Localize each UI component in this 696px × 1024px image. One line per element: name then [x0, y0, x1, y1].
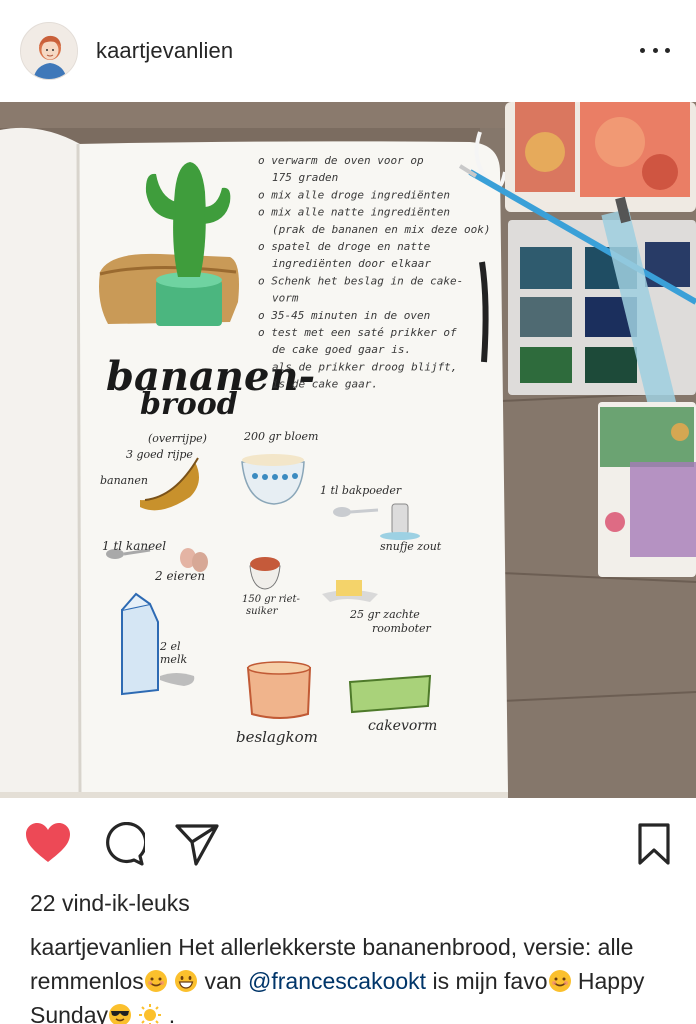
label-flour: 200 gr bloem	[243, 430, 318, 443]
recipe-step-line: o test met een saté prikker of	[258, 326, 457, 339]
recipe-step-line: ingrediënten door elkaar	[272, 257, 431, 270]
smiling-face-emoji-icon	[144, 970, 167, 992]
more-icon[interactable]	[640, 40, 670, 60]
recipe-step-line: o mix alle droge ingrediënten	[258, 188, 450, 201]
comment-icon[interactable]	[101, 821, 148, 871]
recipe-step-line: o Schenk het beslag in de cake-	[258, 274, 463, 287]
caption-mention-link[interactable]: @francescakookt	[248, 968, 426, 994]
label-bananas-3: bananen	[100, 474, 148, 487]
recipe-step-line: vorm	[272, 292, 299, 305]
label-milk-1: 2 el	[159, 640, 181, 653]
post-header: kaartjevanlien	[0, 0, 696, 102]
label-cinnamon: 1 tl kaneel	[102, 539, 166, 553]
label-sugar-1: 150 gr riet-	[242, 594, 301, 605]
recipe-step-line: 175 graden	[272, 171, 338, 184]
label-baking-powder: 1 tl bakpoeder	[320, 484, 402, 497]
label-salt: snufje zout	[380, 540, 442, 553]
label-milk-2: melk	[160, 653, 187, 666]
send-icon[interactable]	[174, 822, 220, 871]
avatar[interactable]	[20, 22, 78, 80]
caption-text-3: is mijn favo	[426, 968, 548, 994]
post-caption: kaartjevanlien Het allerlekkerste banane…	[30, 930, 680, 1024]
recipe-step-line: o verwarm de oven voor op	[258, 154, 424, 167]
label-butter-2: roomboter	[372, 622, 432, 635]
label-sugar-2: suiker	[246, 606, 279, 617]
caption-text-2: van	[198, 968, 249, 994]
bookmark-icon[interactable]	[637, 822, 671, 871]
caption-username[interactable]: kaartjevanlien	[30, 934, 172, 960]
label-bananas-1: (overrijpe)	[148, 432, 207, 445]
post-actions	[0, 798, 696, 888]
label-butter-1: 25 gr zachte	[349, 608, 420, 621]
recipe-step-line: (prak de bananen en mix deze ook)	[272, 223, 491, 236]
recipe-step-line: is de cake gaar.	[272, 378, 378, 391]
post-username[interactable]: kaartjevanlien	[96, 38, 233, 64]
heart-icon[interactable]	[24, 822, 72, 869]
label-cake-tin: cakevorm	[368, 718, 437, 734]
label-eggs: 2 eieren	[154, 569, 205, 583]
label-bowl: beslagkom	[236, 728, 318, 746]
sun-emoji-icon	[139, 1004, 162, 1024]
recipe-step-line: o 35-45 minuten in de oven	[258, 309, 430, 322]
recipe-step-line: de cake goed gaar is.	[272, 343, 411, 356]
smiling-face-emoji-icon	[548, 970, 571, 992]
sunglasses-face-emoji-icon	[109, 1004, 132, 1024]
recipe-step-line: o spatel de droge en natte	[258, 240, 431, 253]
grinning-face-emoji-icon	[175, 970, 198, 992]
post-photo[interactable]: bananen- brood o verwarm de oven voor op…	[0, 102, 696, 798]
recipe-title-line-2: brood	[140, 387, 238, 422]
recipe-step-line: o mix alle natte ingrediënten	[258, 206, 450, 219]
likes-count[interactable]: 22 vind-ik-leuks	[30, 890, 190, 917]
label-bananas-2: 3 goed rijpe	[126, 448, 193, 461]
caption-text-5: .	[162, 1002, 176, 1024]
recipe-step-line: als de prikker droog blijft,	[272, 360, 457, 373]
